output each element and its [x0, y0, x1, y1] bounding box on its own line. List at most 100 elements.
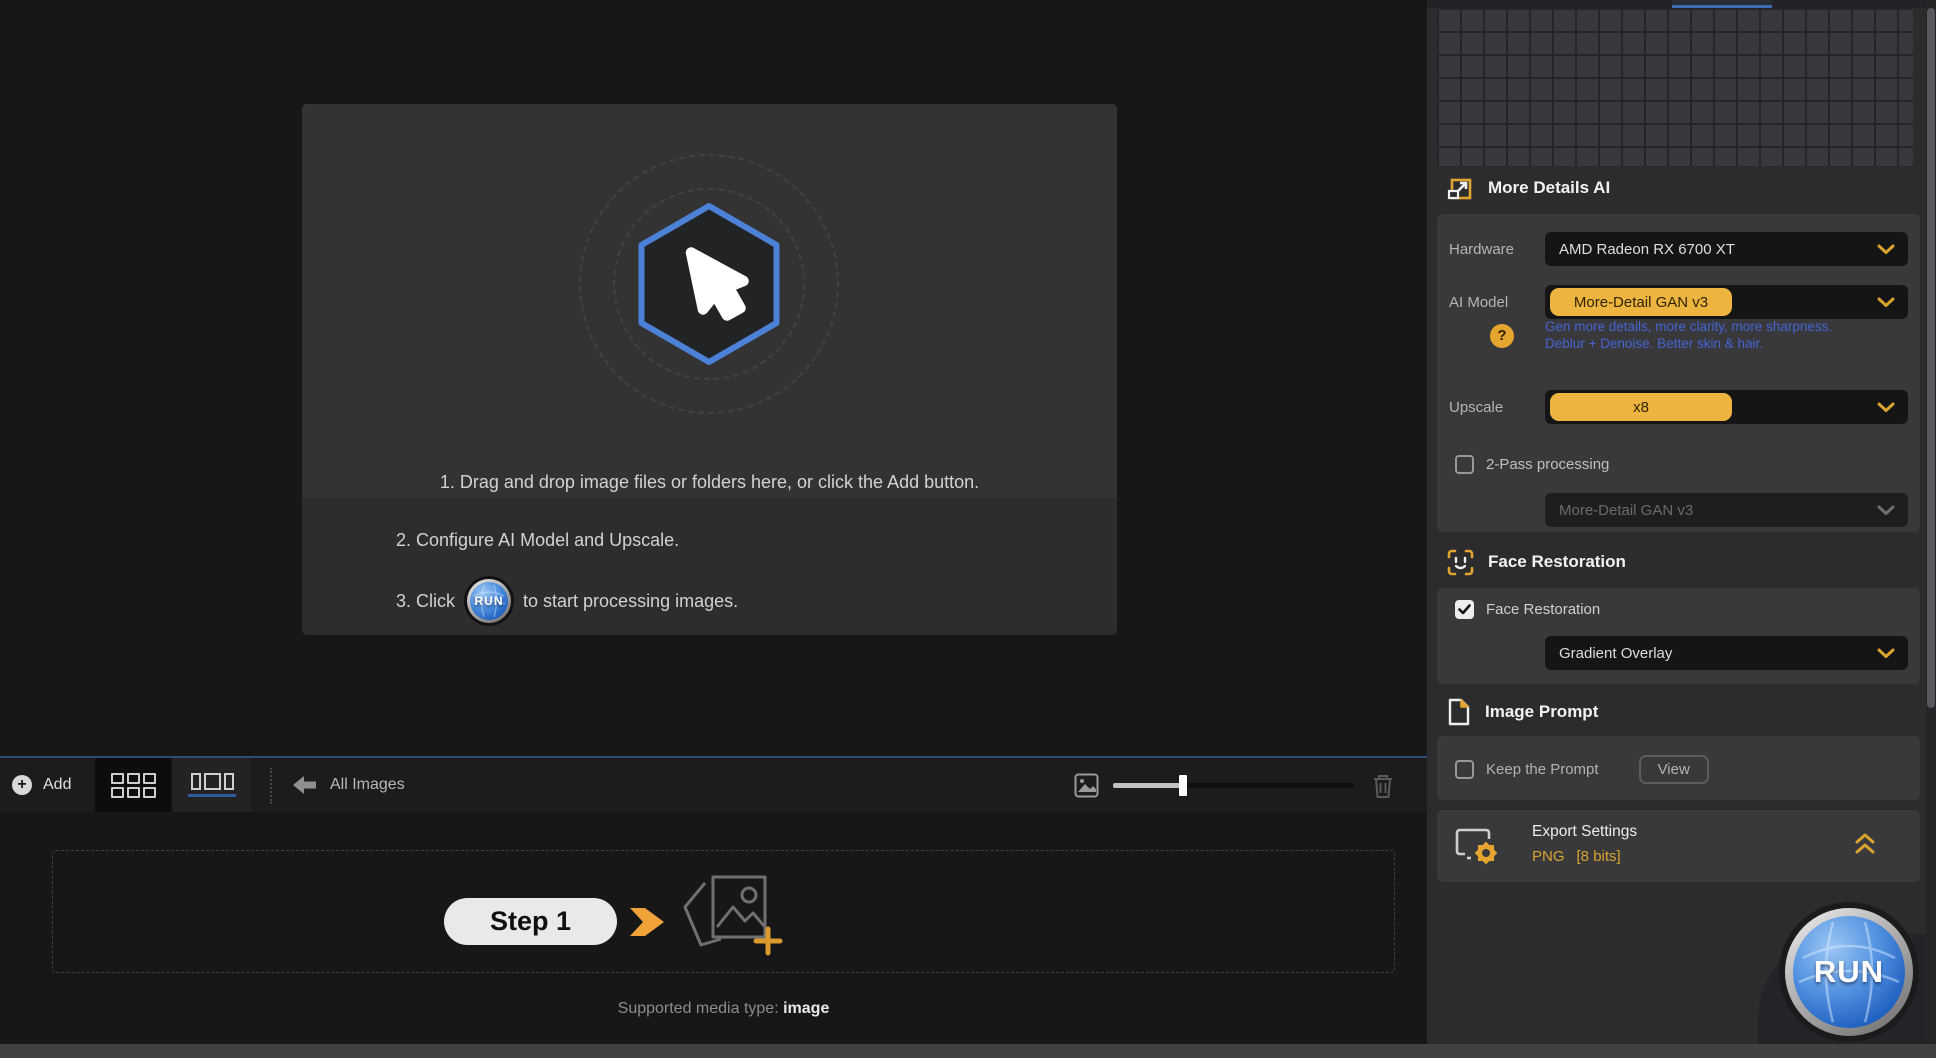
two-pass-checkbox-row[interactable]: 2-Pass processing [1455, 455, 1609, 474]
settings-sidebar: More Details AI Hardware AMD Radeon RX 6… [1427, 0, 1936, 1058]
two-pass-label: 2-Pass processing [1486, 456, 1609, 473]
grid-view-tab[interactable] [95, 758, 171, 812]
slider-track-filled [1113, 783, 1183, 788]
upscale-section-icon [1447, 175, 1474, 202]
thumbnail-size-control [1074, 773, 1340, 798]
run-badge-icon: RUN [467, 579, 511, 623]
ai-model-row: AI Model More-Detail GAN v3 [1449, 285, 1908, 319]
all-images-label: All Images [330, 776, 405, 794]
step-drop-zone[interactable]: Step 1 [52, 850, 1395, 973]
thumbnail-size-icon [1074, 773, 1099, 798]
chevron-down-icon [1877, 505, 1895, 516]
hardware-label: Hardware [1449, 241, 1545, 258]
upscale-selected-pill: x8 [1550, 393, 1732, 421]
help-line-2: Deblur + Denoise. Better skin & hair. [1545, 335, 1832, 352]
instruction-line-3: 3. Click RUN to start processing images. [396, 576, 738, 626]
keep-prompt-label: Keep the Prompt [1486, 761, 1599, 778]
face-restoration-mode-value: Gradient Overlay [1559, 645, 1672, 662]
slider-thumb[interactable] [1179, 775, 1187, 796]
back-arrow-icon [293, 776, 317, 794]
chevron-down-icon [1877, 297, 1895, 308]
export-bits-value: [8 bits] [1577, 848, 1621, 865]
image-drop-canvas[interactable]: 1. Drag and drop image files or folders … [302, 104, 1117, 635]
image-prompt-group: Keep the Prompt View [1437, 736, 1920, 800]
hardware-row: Hardware AMD Radeon RX 6700 XT [1449, 232, 1908, 266]
keep-prompt-checkbox-row[interactable]: Keep the Prompt View [1455, 755, 1709, 784]
app-window: 1. Drag and drop image files or folders … [0, 0, 1936, 1058]
ai-model-selected-pill: More-Detail GAN v3 [1550, 288, 1732, 316]
run-button[interactable]: RUN [1785, 908, 1913, 1036]
filmstrip-view-tab[interactable] [173, 758, 251, 812]
supported-media-text: Supported media type: image [0, 1000, 1447, 1018]
bottom-toolbar: + Add All Images [0, 756, 1427, 812]
trash-icon [1371, 773, 1395, 799]
face-restoration-group: Face Restoration Gradient Overlay [1437, 588, 1920, 684]
more-details-group: Hardware AMD Radeon RX 6700 XT AI Model … [1437, 214, 1920, 532]
thumbnail-size-slider[interactable] [1113, 775, 1354, 796]
help-icon[interactable]: ? [1490, 324, 1514, 348]
image-prompt-title: Image Prompt [1485, 702, 1598, 722]
instruction-line-1: 1. Drag and drop image files or folders … [302, 472, 1117, 493]
supported-media-value: image [783, 1000, 829, 1017]
face-scan-icon [1447, 549, 1474, 576]
upscale-dropdown[interactable]: x8 [1545, 390, 1908, 424]
step-pill: Step 1 [444, 898, 617, 945]
chevron-down-icon [1877, 648, 1895, 659]
collapse-export-button[interactable] [1854, 832, 1876, 861]
instruction-line-3-prefix: 3. Click [396, 591, 455, 612]
run-button-label: RUN [1814, 954, 1884, 990]
supported-media-label: Supported media type: [618, 1000, 779, 1017]
plus-icon: + [12, 775, 32, 795]
help-line-1: Gen more details, more clarity, more sha… [1545, 318, 1832, 335]
ai-model-label: AI Model [1449, 294, 1545, 311]
upscale-row: Upscale x8 [1449, 390, 1908, 424]
filmstrip-active-underline [188, 794, 236, 797]
export-settings-title: Export Settings [1532, 823, 1637, 841]
face-restoration-checkbox-row[interactable]: Face Restoration [1455, 600, 1600, 619]
export-format-text: PNG [8 bits] [1532, 848, 1621, 865]
upscale-label: Upscale [1449, 399, 1545, 416]
chevron-down-icon [1877, 402, 1895, 413]
double-chevron-up-icon [1854, 832, 1876, 856]
add-images-icon [675, 869, 785, 962]
add-button-label: Add [43, 776, 71, 794]
instruction-line-3-suffix: to start processing images. [523, 591, 738, 612]
face-restoration-checkbox[interactable] [1455, 600, 1474, 619]
more-details-title: More Details AI [1488, 178, 1610, 198]
slider-track-empty [1183, 783, 1354, 788]
section-header-more-details: More Details AI [1447, 173, 1610, 203]
run-badge-label: RUN [475, 594, 504, 608]
sidebar-scrollbar-thumb[interactable] [1927, 8, 1935, 708]
bottom-status-strip [0, 1044, 1936, 1058]
step-arrow-icon [630, 908, 664, 941]
two-pass-model-value: More-Detail GAN v3 [1559, 502, 1693, 519]
view-prompt-button[interactable]: View [1639, 755, 1709, 784]
hardware-dropdown[interactable]: AMD Radeon RX 6700 XT [1545, 232, 1908, 266]
chevron-down-icon [1877, 244, 1895, 255]
filmstrip-view-icon [191, 773, 234, 790]
all-images-button[interactable]: All Images [293, 758, 405, 812]
delete-button[interactable] [1371, 773, 1395, 804]
sidebar-top-tab-indicator [1672, 0, 1772, 8]
export-settings-panel[interactable]: Export Settings PNG [8 bits] [1437, 810, 1920, 882]
instruction-line-2: 2. Configure AI Model and Upscale. [396, 530, 679, 551]
preview-grid-placeholder [1437, 8, 1913, 166]
checkmark-icon [1458, 604, 1471, 615]
export-format-value: PNG [1532, 848, 1565, 865]
document-icon [1447, 698, 1471, 726]
toolbar-separator [270, 768, 272, 804]
face-restoration-title: Face Restoration [1488, 552, 1626, 572]
ai-model-help-text: Gen more details, more clarity, more sha… [1545, 318, 1832, 352]
section-header-face-restoration: Face Restoration [1447, 547, 1626, 577]
two-pass-model-dropdown[interactable]: More-Detail GAN v3 [1545, 493, 1908, 527]
grid-view-icon [111, 773, 156, 798]
hardware-value: AMD Radeon RX 6700 XT [1559, 241, 1735, 258]
export-settings-icon [1453, 825, 1499, 872]
face-restoration-mode-dropdown[interactable]: Gradient Overlay [1545, 636, 1908, 670]
section-header-image-prompt: Image Prompt [1447, 697, 1598, 727]
add-button[interactable]: + Add [12, 758, 71, 812]
keep-prompt-checkbox[interactable] [1455, 760, 1474, 779]
two-pass-checkbox[interactable] [1455, 455, 1474, 474]
face-restoration-label: Face Restoration [1486, 601, 1600, 618]
ai-model-dropdown[interactable]: More-Detail GAN v3 [1545, 285, 1908, 319]
